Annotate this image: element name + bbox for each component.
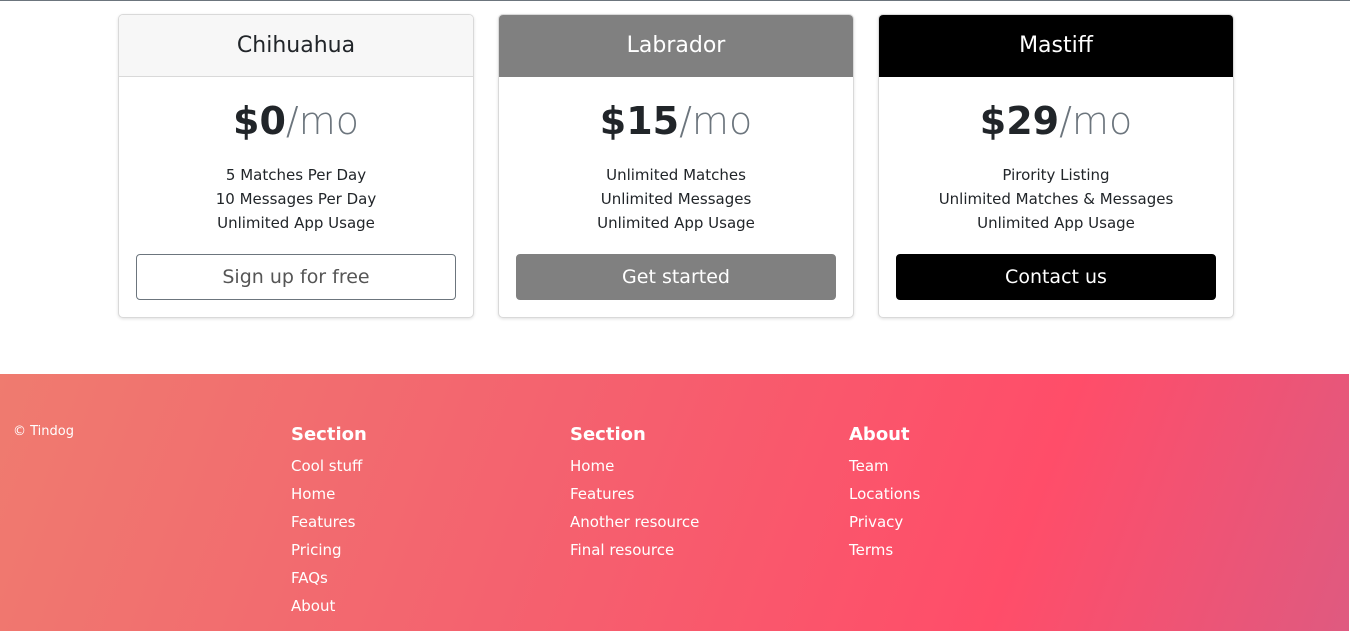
contact-us-button[interactable]: Contact us bbox=[896, 254, 1216, 300]
footer-link-home[interactable]: Home bbox=[291, 485, 335, 503]
feature-list: Pirority Listing Unlimited Matches & Mes… bbox=[879, 163, 1233, 235]
footer-link-about[interactable]: About bbox=[291, 597, 335, 615]
pricing-card-mastiff: Mastiff $29/mo Pirority Listing Unlimite… bbox=[878, 14, 1234, 318]
footer-link-list: Cool stuff Home Features Pricing FAQs Ab… bbox=[291, 452, 367, 620]
price-period: /mo bbox=[679, 99, 753, 143]
footer-link-privacy[interactable]: Privacy bbox=[849, 513, 903, 531]
feature-item: Unlimited App Usage bbox=[217, 214, 375, 232]
feature-item: 10 Messages Per Day bbox=[215, 190, 377, 208]
feature-item: Pirority Listing bbox=[1002, 166, 1110, 184]
footer-heading: Section bbox=[291, 424, 367, 445]
price-period: /mo bbox=[1059, 99, 1133, 143]
pricing-card-chihuahua: Chihuahua $0/mo 5 Matches Per Day 10 Mes… bbox=[118, 14, 474, 318]
footer-column-section: Section Cool stuff Home Features Pricing… bbox=[291, 424, 367, 620]
footer-column-about: About Team Locations Privacy Terms bbox=[849, 424, 920, 564]
card-price: $15/mo bbox=[499, 97, 853, 145]
feature-item: Unlimited App Usage bbox=[597, 214, 755, 232]
footer-link-faqs[interactable]: FAQs bbox=[291, 569, 328, 587]
footer-heading: About bbox=[849, 424, 910, 445]
footer-link-list: Team Locations Privacy Terms bbox=[849, 452, 920, 564]
feature-item: Unlimited Matches bbox=[606, 166, 746, 184]
footer-link-team[interactable]: Team bbox=[849, 457, 889, 475]
feature-list: Unlimited Matches Unlimited Messages Unl… bbox=[499, 163, 853, 235]
feature-item: 5 Matches Per Day bbox=[225, 166, 367, 184]
price-amount: $0 bbox=[233, 99, 286, 143]
footer-link-another-resource[interactable]: Another resource bbox=[570, 513, 699, 531]
price-amount: $29 bbox=[979, 99, 1060, 143]
pricing-card-labrador: Labrador $15/mo Unlimited Matches Unlimi… bbox=[498, 14, 854, 318]
footer-link-list: Home Features Another resource Final res… bbox=[570, 452, 699, 564]
pricing-section: Chihuahua $0/mo 5 Matches Per Day 10 Mes… bbox=[0, 0, 1350, 374]
footer-link-final-resource[interactable]: Final resource bbox=[570, 541, 674, 559]
footer-heading: Section bbox=[570, 424, 646, 445]
card-price: $0/mo bbox=[119, 97, 473, 145]
feature-list: 5 Matches Per Day 10 Messages Per Day Un… bbox=[119, 163, 473, 235]
footer-link-terms[interactable]: Terms bbox=[849, 541, 893, 559]
footer-link-features[interactable]: Features bbox=[570, 485, 635, 503]
card-body: $15/mo Unlimited Matches Unlimited Messa… bbox=[499, 97, 853, 235]
card-body: $29/mo Pirority Listing Unlimited Matche… bbox=[879, 97, 1233, 235]
footer-link-features[interactable]: Features bbox=[291, 513, 356, 531]
footer-link-home[interactable]: Home bbox=[570, 457, 614, 475]
footer-link-locations[interactable]: Locations bbox=[849, 485, 920, 503]
copyright-text: © Tindog bbox=[13, 424, 74, 439]
card-price: $29/mo bbox=[879, 97, 1233, 145]
price-amount: $15 bbox=[599, 99, 680, 143]
feature-item: Unlimited App Usage bbox=[977, 214, 1135, 232]
card-title: Mastiff bbox=[879, 15, 1233, 77]
card-body: $0/mo 5 Matches Per Day 10 Messages Per … bbox=[119, 97, 473, 235]
get-started-button[interactable]: Get started bbox=[516, 254, 836, 300]
footer-link-pricing[interactable]: Pricing bbox=[291, 541, 342, 559]
price-period: /mo bbox=[285, 99, 359, 143]
footer-link-cool-stuff[interactable]: Cool stuff bbox=[291, 457, 362, 475]
feature-item: Unlimited Matches & Messages bbox=[938, 190, 1174, 208]
sign-up-button[interactable]: Sign up for free bbox=[136, 254, 456, 300]
card-title: Labrador bbox=[499, 15, 853, 77]
footer-column-section-2: Section Home Features Another resource F… bbox=[570, 424, 699, 564]
card-title: Chihuahua bbox=[119, 15, 473, 77]
feature-item: Unlimited Messages bbox=[600, 190, 752, 208]
footer: © Tindog Section Cool stuff Home Feature… bbox=[0, 374, 1349, 631]
